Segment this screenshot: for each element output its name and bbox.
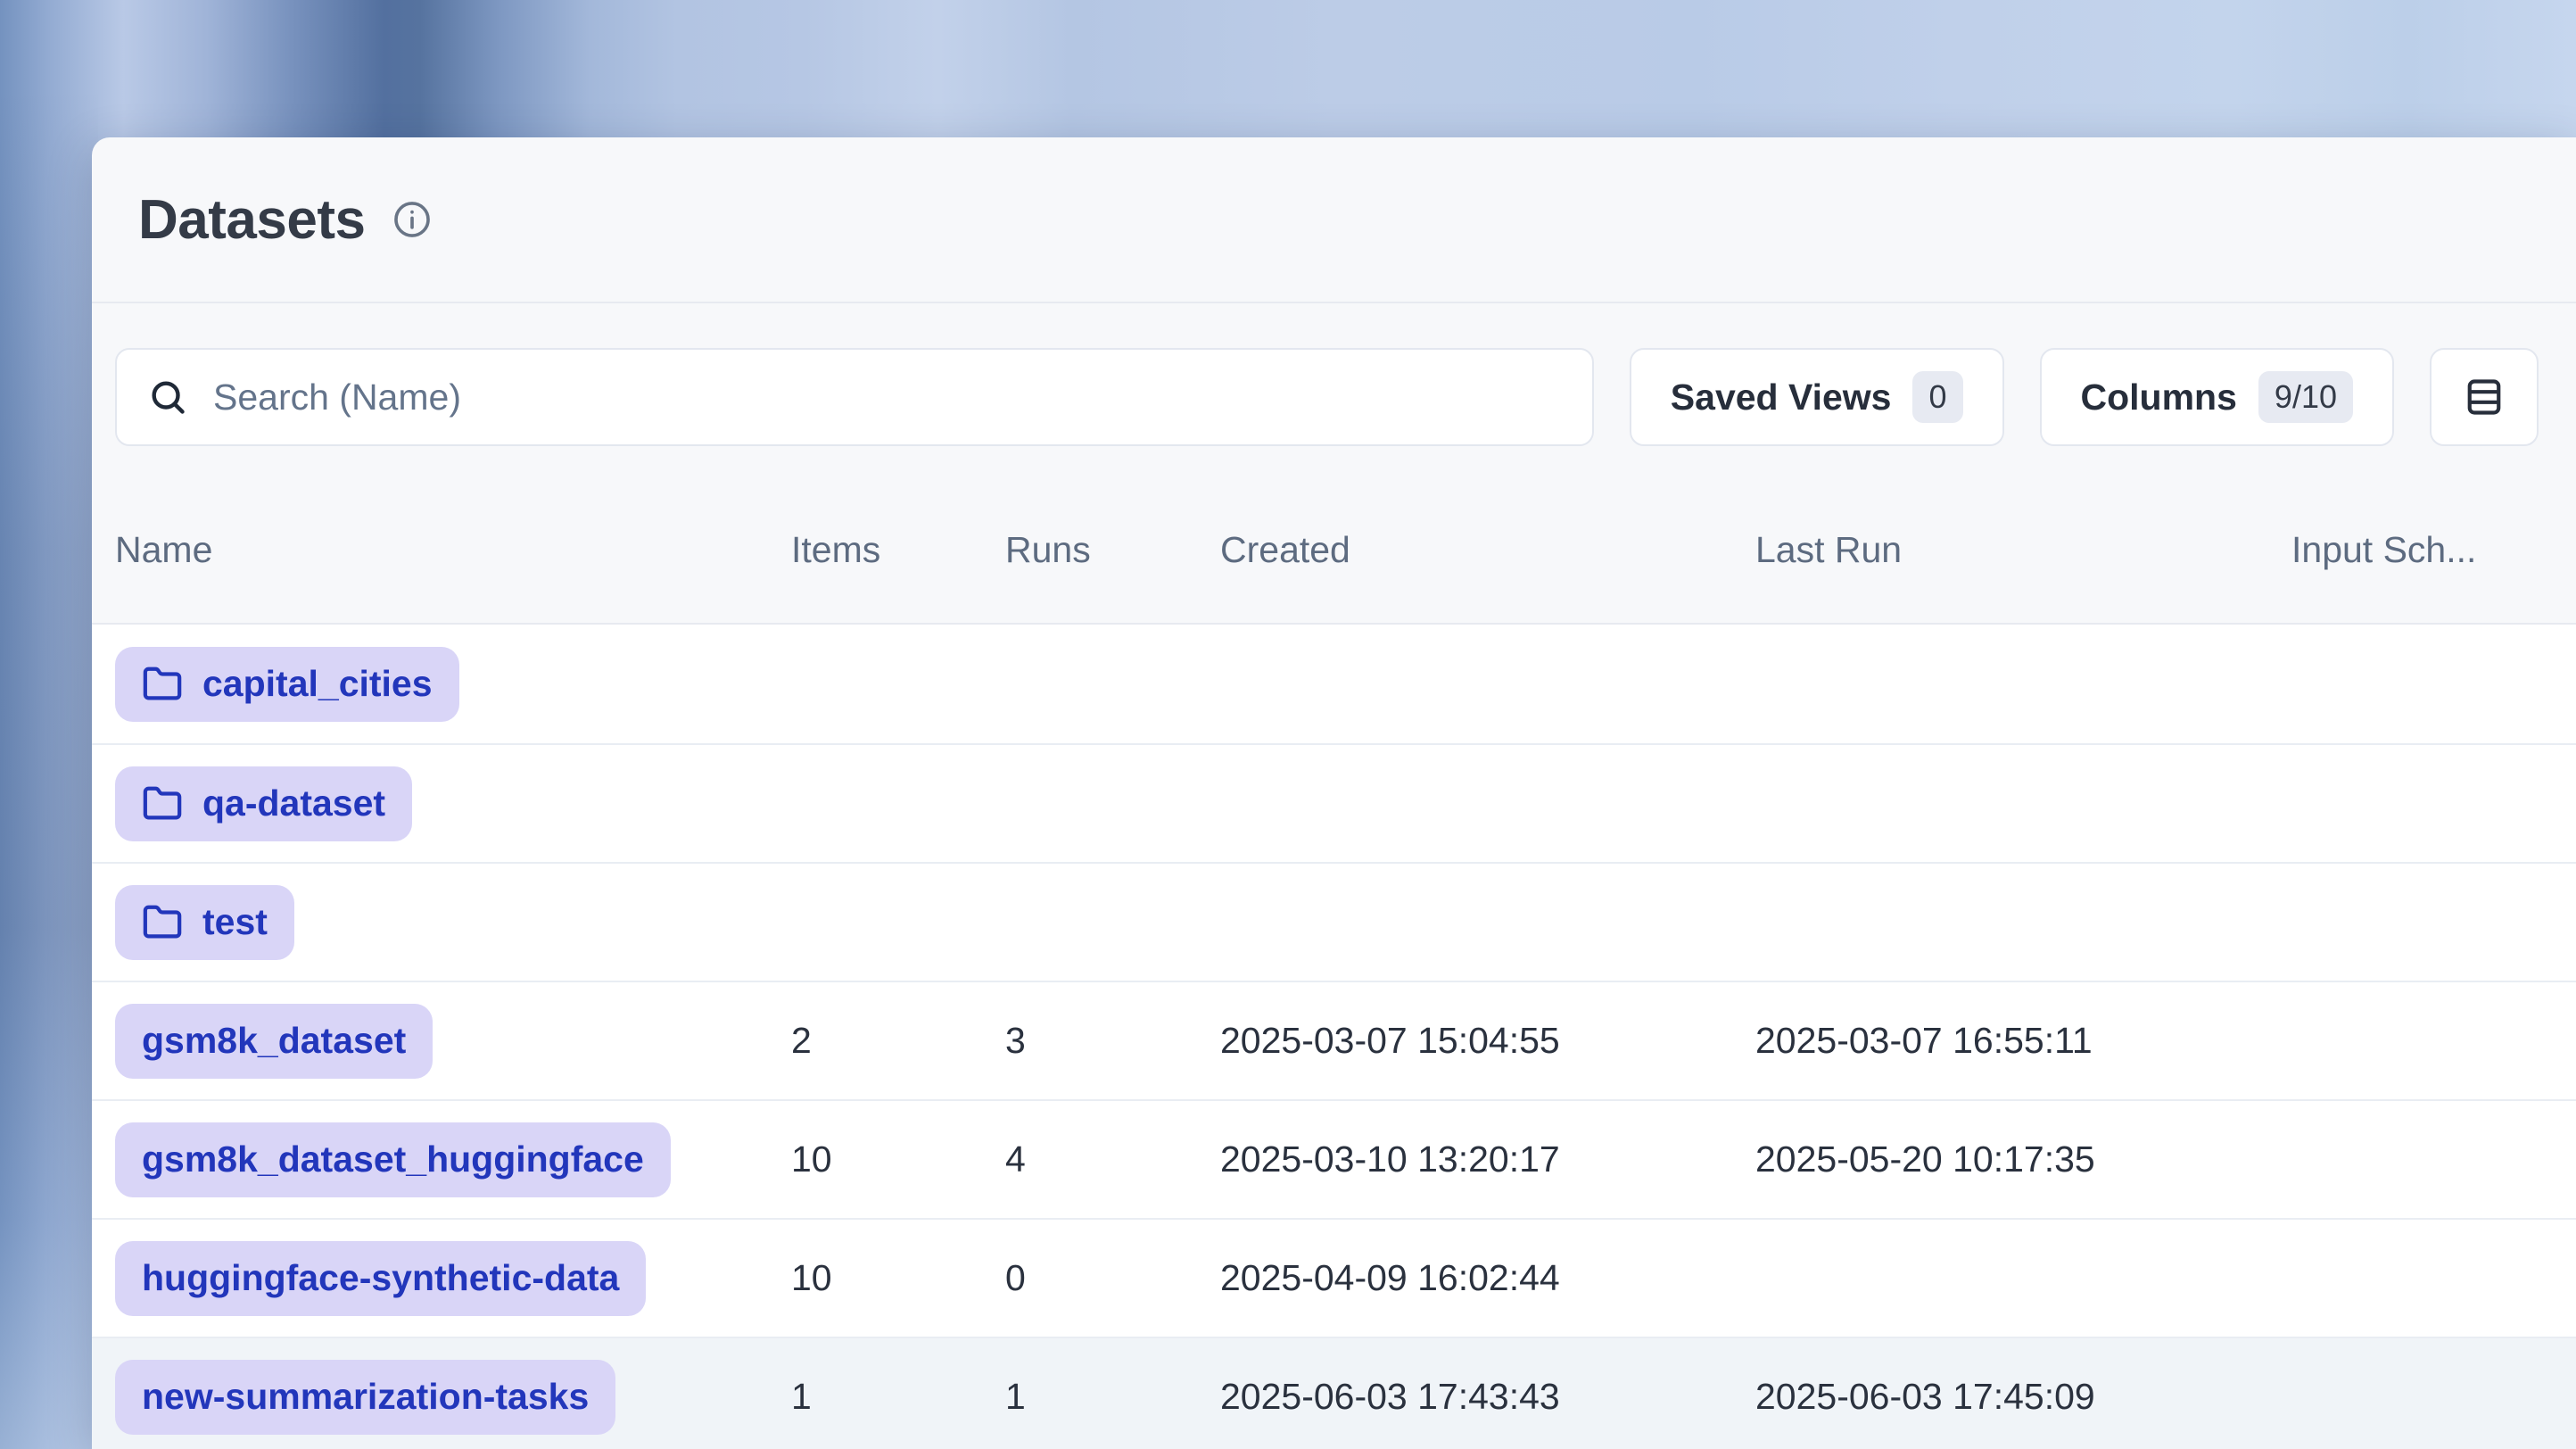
runs-cell: 0 — [1005, 1257, 1220, 1299]
last-run-cell: 2025-05-20 10:17:35 — [1755, 1138, 2291, 1180]
search-input[interactable] — [213, 377, 1562, 418]
info-icon[interactable] — [392, 199, 433, 240]
saved-views-label: Saved Views — [1671, 377, 1892, 418]
table-row[interactable]: gsm8k_dataset 2 3 2025-03-07 15:04:55 20… — [92, 981, 2576, 1099]
dataset-name: qa-dataset — [202, 782, 385, 824]
table-row-highlighted[interactable]: new-summarization-tasks 1 1 2025-06-03 1… — [92, 1337, 2576, 1449]
panel-header: Datasets — [92, 137, 2576, 303]
created-cell: 2025-03-07 15:04:55 — [1220, 1020, 1755, 1062]
dataset-link[interactable]: huggingface-synthetic-data — [115, 1241, 646, 1316]
created-cell: 2025-03-10 13:20:17 — [1220, 1138, 1755, 1180]
page-title: Datasets — [138, 188, 365, 252]
datasets-panel: Datasets Saved Views 0 Columns 9/10 — [92, 137, 2576, 1449]
column-header-input-schema: Input Sch... — [2291, 529, 2576, 571]
table-row[interactable]: gsm8k_dataset_huggingface 10 4 2025-03-1… — [92, 1099, 2576, 1218]
search-box — [115, 348, 1594, 446]
table-toolbar: Saved Views 0 Columns 9/10 — [115, 348, 2539, 446]
rows-icon — [2462, 375, 2506, 419]
items-cell: 1 — [791, 1376, 1005, 1418]
last-run-cell: 2025-06-03 17:45:09 — [1755, 1376, 2291, 1418]
columns-label: Columns — [2081, 377, 2237, 418]
table-body: capital_cities qa-dataset — [92, 625, 2576, 1449]
column-header-last-run: Last Run — [1755, 529, 2291, 571]
columns-button[interactable]: Columns 9/10 — [2040, 348, 2394, 446]
dataset-folder-link[interactable]: qa-dataset — [115, 766, 412, 841]
runs-cell: 3 — [1005, 1020, 1220, 1062]
row-height-button[interactable] — [2430, 348, 2539, 446]
dataset-name: gsm8k_dataset — [142, 1020, 406, 1062]
items-cell: 2 — [791, 1020, 1005, 1062]
folder-icon — [142, 664, 183, 705]
items-cell: 10 — [791, 1138, 1005, 1180]
runs-cell: 1 — [1005, 1376, 1220, 1418]
last-run-cell: 2025-03-07 16:55:11 — [1755, 1020, 2291, 1062]
columns-count-badge: 9/10 — [2258, 371, 2353, 423]
created-cell: 2025-06-03 17:43:43 — [1220, 1376, 1755, 1418]
table-row[interactable]: qa-dataset — [92, 743, 2576, 862]
dataset-folder-link[interactable]: capital_cities — [115, 647, 459, 722]
dataset-name: capital_cities — [202, 663, 433, 705]
dataset-name: gsm8k_dataset_huggingface — [142, 1138, 644, 1180]
dataset-link[interactable]: gsm8k_dataset_huggingface — [115, 1122, 671, 1197]
items-cell: 10 — [791, 1257, 1005, 1299]
search-icon — [147, 377, 188, 418]
folder-icon — [142, 902, 183, 943]
column-header-items: Items — [791, 529, 1005, 571]
runs-cell: 4 — [1005, 1138, 1220, 1180]
table-row[interactable]: huggingface-synthetic-data 10 0 2025-04-… — [92, 1218, 2576, 1337]
column-header-name: Name — [115, 529, 791, 571]
table-row[interactable]: test — [92, 862, 2576, 981]
dataset-link[interactable]: new-summarization-tasks — [115, 1360, 615, 1435]
dataset-name: huggingface-synthetic-data — [142, 1257, 619, 1299]
saved-views-button[interactable]: Saved Views 0 — [1630, 348, 2004, 446]
dataset-name: test — [202, 901, 268, 943]
folder-icon — [142, 783, 183, 824]
saved-views-count-badge: 0 — [1912, 371, 1962, 423]
column-header-runs: Runs — [1005, 529, 1220, 571]
dataset-link[interactable]: gsm8k_dataset — [115, 1004, 433, 1079]
dataset-folder-link[interactable]: test — [115, 885, 294, 960]
column-header-created: Created — [1220, 529, 1755, 571]
desktop-background-shade — [0, 0, 98, 1449]
table-row[interactable]: capital_cities — [92, 625, 2576, 743]
created-cell: 2025-04-09 16:02:44 — [1220, 1257, 1755, 1299]
dataset-name: new-summarization-tasks — [142, 1376, 589, 1418]
table-header-row: Name Items Runs Created Last Run Input S… — [92, 446, 2576, 625]
